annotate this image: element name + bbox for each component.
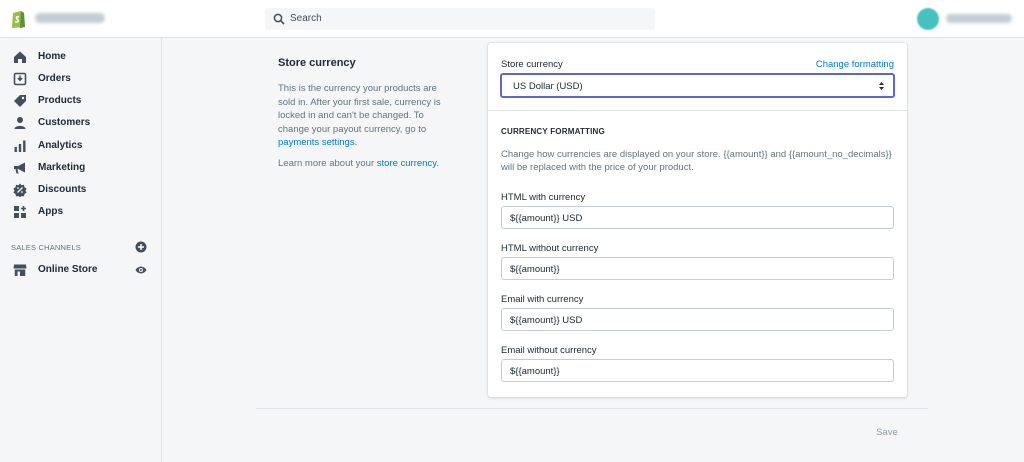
sidebar-item-home[interactable]: Home [0, 47, 160, 67]
change-formatting-link[interactable]: Change formatting [816, 59, 894, 70]
description-text-end: . [354, 137, 358, 148]
input-value: ${{amount}} USD [510, 315, 583, 326]
description-text: This is the currency your products are s… [278, 83, 441, 135]
currency-select-value: US Dollar (USD) [513, 81, 583, 92]
sidebar-item-orders[interactable]: Orders [0, 69, 160, 89]
sidebar: Home Orders Products Customers Analytics… [0, 38, 162, 462]
sidebar-item-customers[interactable]: Customers [0, 113, 160, 133]
store-currency-link[interactable]: store currency [377, 158, 436, 169]
person-icon [14, 117, 26, 129]
eye-icon[interactable] [135, 264, 147, 276]
input-value: ${{amount}} USD [510, 213, 583, 224]
html-without-currency-input[interactable]: ${{amount}} [501, 257, 894, 280]
store-icon [13, 264, 27, 276]
megaphone-icon [14, 162, 25, 174]
discount-icon [13, 183, 27, 197]
shopify-logo-icon[interactable] [10, 9, 28, 29]
avatar[interactable] [917, 8, 939, 30]
sidebar-item-products[interactable]: Products [0, 91, 160, 111]
store-currency-section: Store currency Change formatting US Doll… [488, 43, 907, 111]
currency-card: Store currency Change formatting US Doll… [488, 43, 907, 397]
store-name[interactable] [35, 13, 105, 23]
sidebar-item-label: Analytics [38, 140, 83, 151]
sidebar-item-analytics[interactable]: Analytics [0, 136, 160, 156]
bar-chart-icon [14, 140, 26, 152]
section-title: Store currency [278, 57, 356, 69]
learn-more-prefix: Learn more about your [278, 158, 377, 169]
sidebar-item-apps[interactable]: Apps [0, 202, 160, 222]
search-icon [273, 13, 285, 25]
section-description: This is the currency your products are s… [278, 82, 446, 150]
email-with-currency-label: Email with currency [501, 294, 584, 305]
sidebar-item-label: Discounts [38, 184, 87, 195]
home-icon [14, 51, 26, 63]
currency-formatting-heading: CURRENCY FORMATTING [501, 127, 605, 136]
sales-channels-heading: SALES CHANNELS [11, 243, 81, 252]
html-with-currency-input[interactable]: ${{amount}} USD [501, 206, 894, 229]
currency-select[interactable]: US Dollar (USD) [500, 73, 895, 98]
select-arrows-icon [879, 82, 884, 90]
search-input[interactable]: Search [265, 8, 655, 30]
email-without-currency-label: Email without currency [501, 345, 597, 356]
tag-icon [14, 95, 26, 107]
add-channel-plus-icon[interactable] [135, 241, 147, 253]
sidebar-item-label: Marketing [38, 162, 86, 173]
sidebar-item-label: Home [38, 51, 66, 62]
sidebar-item-label: Customers [38, 117, 91, 128]
user-name[interactable] [946, 14, 1012, 23]
learn-more-suffix: . [436, 158, 439, 169]
sidebar-item-label: Products [38, 95, 82, 106]
sidebar-item-marketing[interactable]: Marketing [0, 158, 160, 178]
sidebar-item-label: Orders [38, 73, 71, 84]
currency-formatting-description: Change how currencies are displayed on y… [501, 149, 892, 173]
sidebar-item-label: Online Store [38, 264, 98, 275]
html-with-currency-label: HTML with currency [501, 192, 586, 203]
sidebar-item-label: Apps [38, 206, 63, 217]
email-with-currency-input[interactable]: ${{amount}} USD [501, 308, 894, 331]
search-placeholder: Search [290, 13, 322, 24]
input-value: ${{amount}} [510, 264, 560, 275]
payments-settings-link[interactable]: payments settings [278, 137, 355, 148]
email-without-currency-input[interactable]: ${{amount}} [501, 359, 894, 382]
top-bar: Search [0, 0, 1024, 38]
footer-divider [256, 408, 928, 409]
learn-more-text: Learn more about your store currency. [278, 158, 468, 169]
html-without-currency-label: HTML without currency [501, 243, 599, 254]
sidebar-item-discounts[interactable]: Discounts [0, 180, 160, 200]
orders-icon [13, 72, 27, 86]
store-currency-label: Store currency [501, 59, 563, 70]
save-button[interactable]: Save [866, 424, 908, 442]
input-value: ${{amount}} [510, 366, 560, 377]
apps-icon [14, 206, 26, 218]
